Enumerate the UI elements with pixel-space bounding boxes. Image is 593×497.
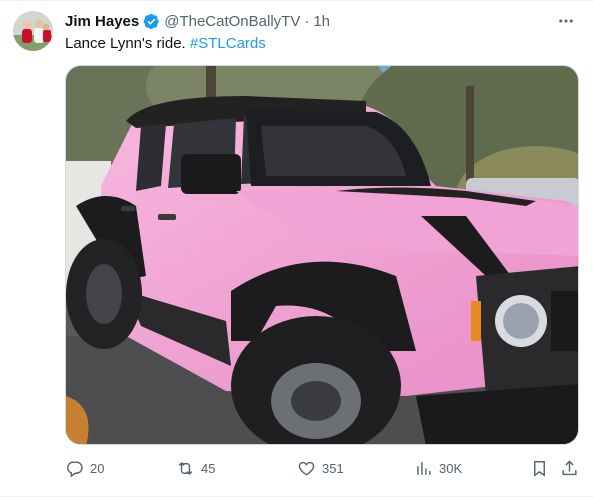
bookmark-button[interactable] [530,456,549,480]
repost-icon [178,461,193,475]
like-count: 351 [322,460,344,476]
action-bar: 20 45 351 30K [65,456,579,480]
separator-dot: · [304,12,310,30]
more-icon[interactable] [553,10,579,32]
repost-count: 45 [201,460,216,476]
top-divider [0,0,593,1]
timestamp[interactable]: 1h [313,13,330,30]
photo-pink-ford-bronco [66,66,578,444]
share-button[interactable] [560,456,579,480]
views-icon [417,461,431,475]
hashtag-link[interactable]: #STLCards [190,35,266,52]
tweet-text: Lance Lynn's ride. #STLCards [65,34,266,54]
verified-badge-icon [143,13,160,30]
share-icon [562,459,577,475]
tweet-photo[interactable] [65,65,579,445]
views-count: 30K [439,460,463,476]
bookmark-icon [534,460,545,477]
avatar[interactable] [13,11,53,51]
display-name[interactable]: Jim Hayes [65,13,139,30]
repost-button[interactable]: 45 [176,456,215,480]
reply-icon [67,460,83,477]
like-button[interactable]: 351 [297,456,344,480]
user-handle[interactable]: @TheCatOnBallyTV [164,13,300,30]
like-icon [298,461,315,476]
views-button[interactable]: 30K [414,456,462,480]
tweet-header: Jim Hayes @TheCatOnBallyTV · 1h [65,11,330,31]
tweet-body: Lance Lynn's ride. [65,35,186,52]
reply-button[interactable]: 20 [65,456,104,480]
reply-count: 20 [90,460,105,476]
